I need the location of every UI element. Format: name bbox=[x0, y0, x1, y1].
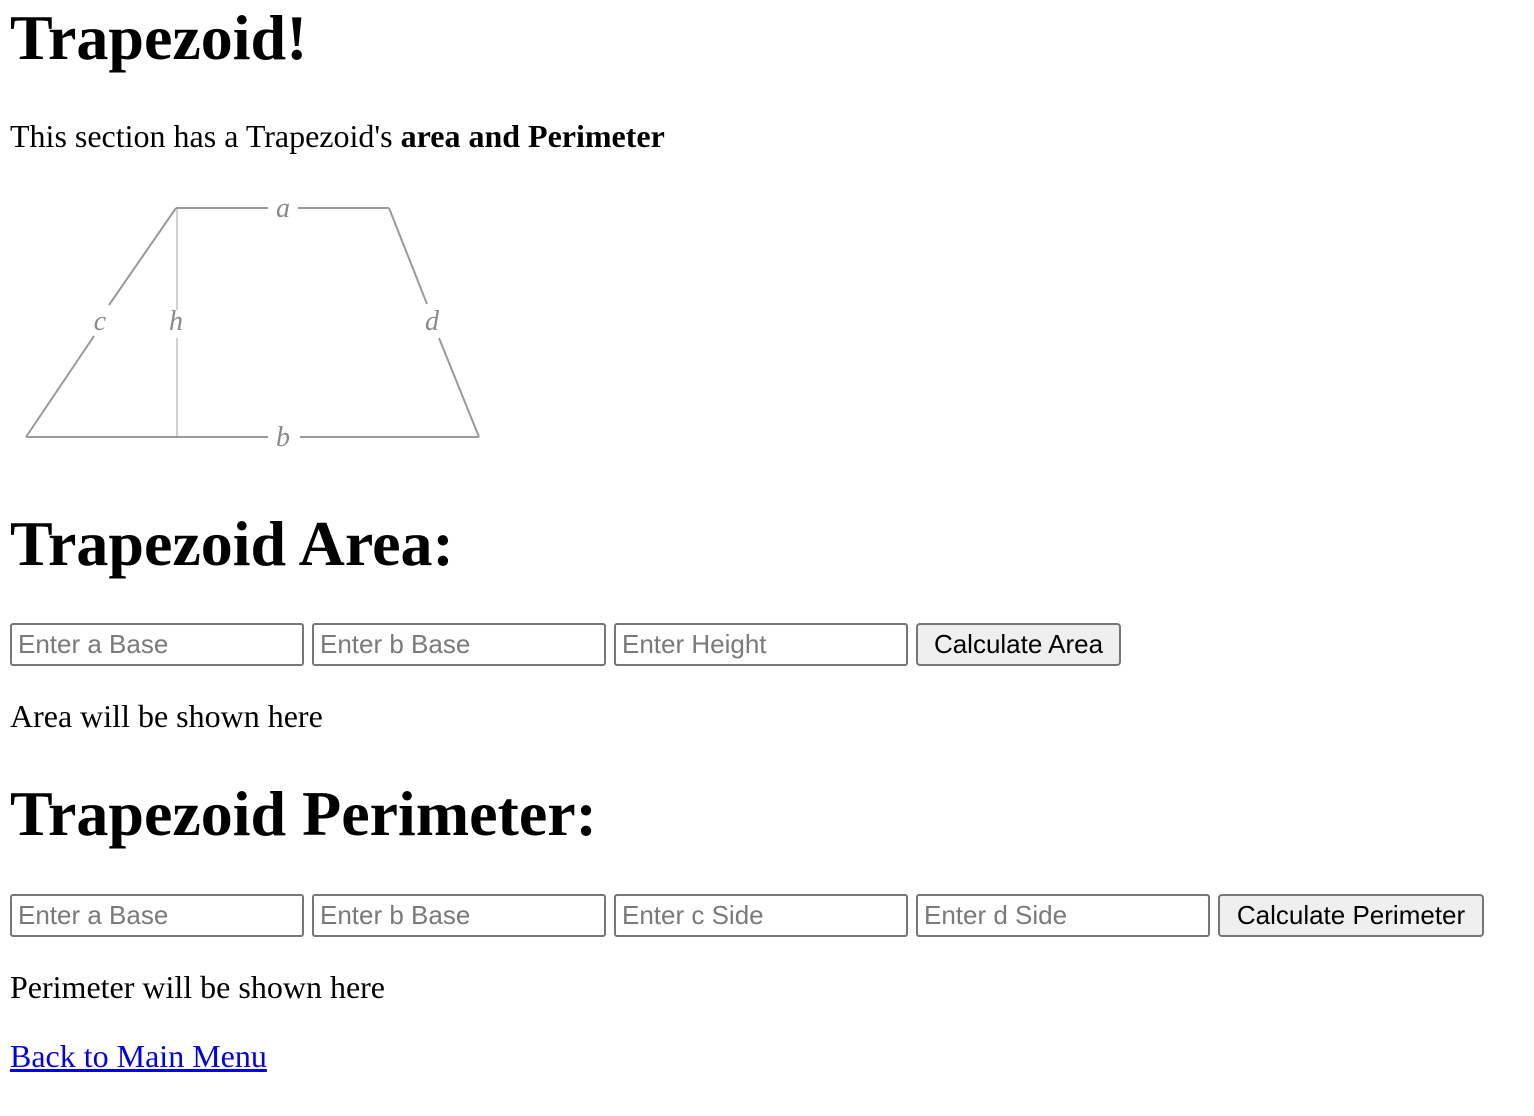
back-link-container: Back to Main Menu bbox=[10, 1040, 267, 1072]
area-height-input[interactable] bbox=[614, 622, 908, 666]
side-c-upper bbox=[108, 207, 177, 306]
intro-prefix: This section has a Trapezoid's bbox=[10, 118, 401, 154]
perimeter-result-text: Perimeter will be shown here bbox=[10, 969, 385, 1005]
area-result-text: Area will be shown here bbox=[10, 698, 323, 734]
perimeter-form: Calculate Perimeter bbox=[10, 893, 1484, 937]
intro-text: This section has a Trapezoid's area and … bbox=[10, 120, 665, 152]
label-a: a bbox=[276, 193, 290, 224]
intro-bold: area and Perimeter bbox=[400, 118, 665, 154]
area-heading: Trapezoid Area: bbox=[10, 508, 454, 579]
back-to-main-menu-link[interactable]: Back to Main Menu bbox=[10, 1038, 267, 1074]
area-b-base-input[interactable] bbox=[312, 622, 606, 666]
calculate-area-button[interactable]: Calculate Area bbox=[916, 622, 1121, 666]
page-title: Trapezoid! bbox=[10, 2, 308, 73]
area-a-base-input[interactable] bbox=[10, 622, 304, 666]
perimeter-b-base-input[interactable] bbox=[312, 893, 606, 937]
calculate-perimeter-button[interactable]: Calculate Perimeter bbox=[1218, 893, 1484, 937]
perimeter-heading: Trapezoid Perimeter: bbox=[10, 778, 597, 849]
label-c: c bbox=[94, 306, 107, 337]
side-d-upper bbox=[388, 207, 428, 305]
side-c-lower bbox=[25, 335, 95, 438]
perimeter-a-base-input[interactable] bbox=[10, 893, 304, 937]
label-d: d bbox=[425, 306, 440, 337]
area-form: Calculate Area bbox=[10, 622, 1121, 666]
label-b: b bbox=[276, 422, 290, 453]
perimeter-d-side-input[interactable] bbox=[916, 893, 1210, 937]
label-h: h bbox=[169, 306, 183, 337]
trapezoid-diagram: a b c h d bbox=[25, 193, 480, 453]
side-d-lower bbox=[438, 337, 480, 438]
perimeter-c-side-input[interactable] bbox=[614, 893, 908, 937]
